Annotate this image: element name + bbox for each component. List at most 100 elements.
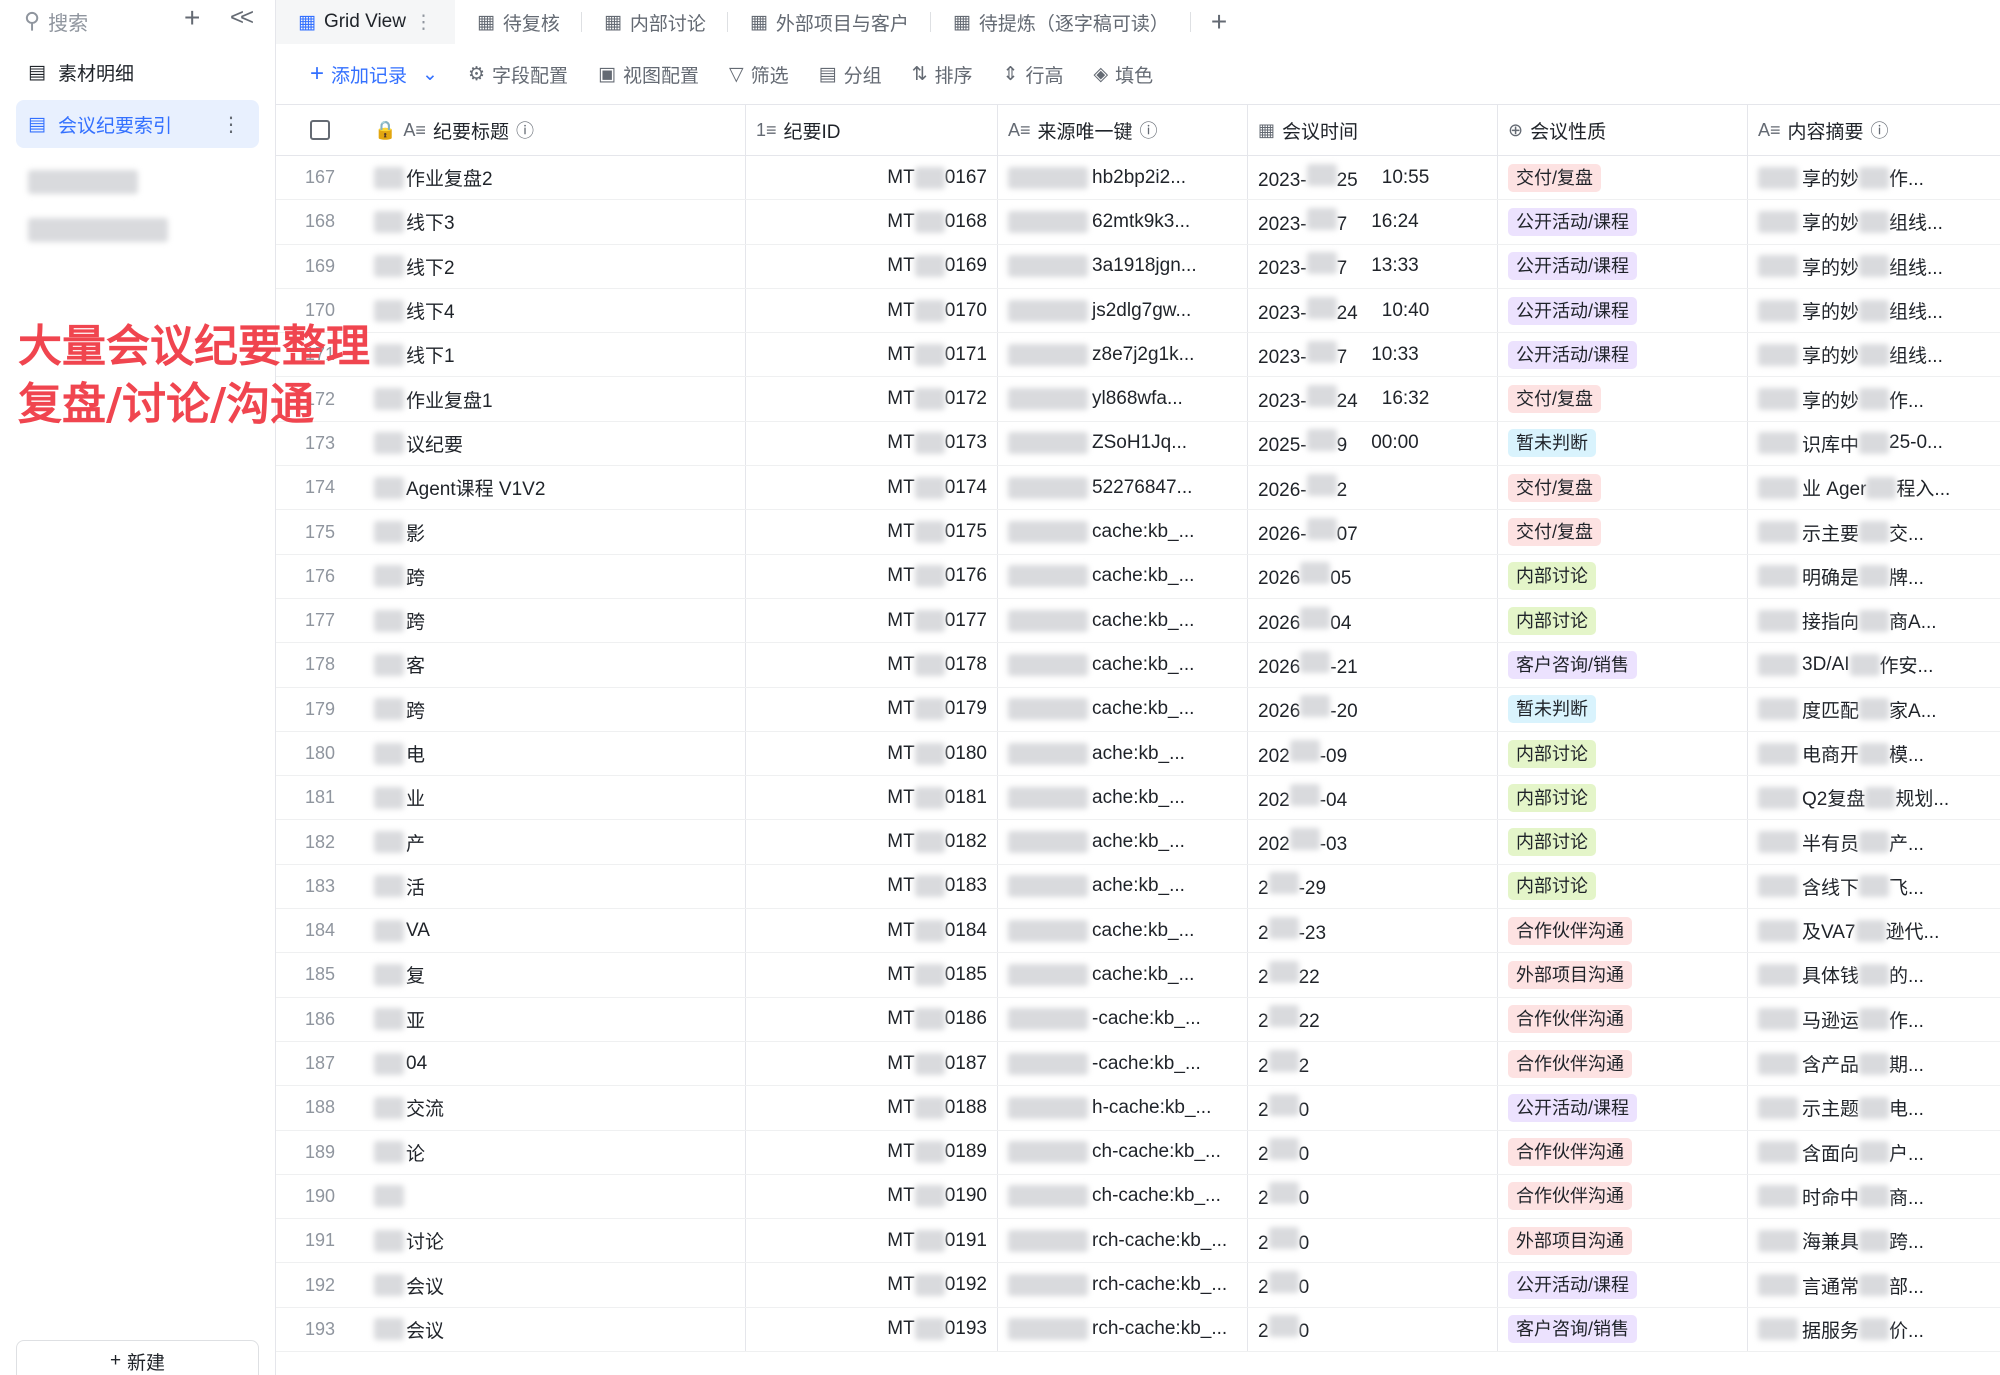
source-key-cell[interactable]: yl868wfa...: [998, 377, 1248, 421]
title-cell[interactable]: 亚: [364, 997, 746, 1041]
summary-cell[interactable]: Q2复盘 规划...: [1748, 776, 2000, 819]
summary-cell[interactable]: 享的妙 作...: [1748, 377, 2000, 420]
title-cell[interactable]: 会议: [364, 1307, 746, 1352]
title-cell[interactable]: 论: [364, 1130, 746, 1174]
summary-cell[interactable]: 含面向 户...: [1748, 1131, 2000, 1174]
meeting-time-cell[interactable]: 2025- 9 00:00: [1248, 421, 1498, 466]
table-row[interactable]: 178 客 MT 0178 cache:kb_... 2026 -21 客户咨询/销售 3D/A…: [276, 643, 2000, 688]
summary-cell[interactable]: 具体钱 的...: [1748, 953, 2000, 996]
meeting-time-cell[interactable]: 2 22: [1248, 953, 1498, 997]
summary-cell[interactable]: 识库中 25-0...: [1748, 422, 2000, 465]
summary-cell[interactable]: 享的妙 作...: [1748, 156, 2000, 199]
meeting-type-cell[interactable]: 客户咨询/销售: [1498, 1307, 1748, 1352]
source-key-cell[interactable]: cache:kb_...: [998, 953, 1248, 997]
summary-cell[interactable]: 马逊运 作...: [1748, 998, 2000, 1041]
summary-cell[interactable]: 据服务 价...: [1748, 1308, 2000, 1351]
group-button[interactable]: ▤ 分组: [819, 61, 882, 88]
meeting-type-cell[interactable]: 合作伙伴沟通: [1498, 1174, 1748, 1219]
id-cell[interactable]: MT 0193: [746, 1307, 998, 1352]
column-header-meeting-time[interactable]: ▦ 会议时间: [1248, 105, 1498, 155]
summary-cell[interactable]: 及VA7 逊代...: [1748, 909, 2000, 952]
id-cell[interactable]: MT 0192: [746, 1263, 998, 1307]
meeting-type-cell[interactable]: 交付/复盘: [1498, 466, 1748, 510]
id-cell[interactable]: MT 0168: [746, 200, 998, 244]
title-cell[interactable]: 讨论: [364, 1219, 746, 1263]
title-cell[interactable]: 产: [364, 820, 746, 864]
meeting-time-cell[interactable]: 22: [1248, 1041, 1498, 1086]
meeting-type-cell[interactable]: 合作伙伴沟通: [1498, 997, 1748, 1041]
meeting-time-cell[interactable]: 2026 05: [1248, 554, 1498, 598]
sidebar-item-blurred-2[interactable]: [16, 206, 259, 254]
search-input[interactable]: ⚲ 搜索: [24, 6, 88, 36]
meeting-type-cell[interactable]: 合作伙伴沟通: [1498, 909, 1748, 953]
meeting-type-cell[interactable]: 内部讨论: [1498, 598, 1748, 643]
column-header-title[interactable]: 🔒 A≡ 纪要标题 ⓘ: [364, 105, 746, 155]
title-cell[interactable]: 业: [364, 776, 746, 820]
source-key-cell[interactable]: cache:kb_...: [998, 598, 1248, 643]
tab-grid-view[interactable]: ▦ Grid View ⋮: [276, 0, 455, 44]
id-cell[interactable]: MT 0188: [746, 1086, 998, 1130]
table-row[interactable]: 171 线下1 MT 0171 z8e7j2g1k... 2023- 7 10:33 公开活动/…: [276, 333, 2000, 378]
source-key-cell[interactable]: rch-cache:kb_...: [998, 1307, 1248, 1352]
table-row[interactable]: 187 04 MT 0187 -cache:kb_... 2 2 合作伙伴沟通 含产品 期...: [276, 1041, 2000, 1087]
meeting-time-cell[interactable]: 20: [1248, 1307, 1498, 1352]
table-row[interactable]: 184 VA MT 0184 cache:kb_... 2 -23 合作伙伴沟通 及VA7 逊代.…: [276, 909, 2000, 954]
title-cell[interactable]: 影: [364, 510, 746, 554]
source-key-cell[interactable]: ache:kb_...: [998, 776, 1248, 820]
id-cell[interactable]: MT 0172: [746, 377, 998, 421]
info-icon[interactable]: ⓘ: [516, 117, 534, 143]
add-view-button[interactable]: +: [1191, 6, 1247, 38]
title-cell[interactable]: 线下1: [364, 333, 746, 377]
table-row[interactable]: 170 线下4 MT 0170 js2dlg7gw... 2023- 24 10:40 公开活动…: [276, 288, 2000, 334]
title-cell[interactable]: 线下4: [364, 288, 746, 333]
source-key-cell[interactable]: ch-cache:kb_...: [998, 1174, 1248, 1219]
meeting-type-cell[interactable]: 内部讨论: [1498, 776, 1748, 820]
meeting-type-cell[interactable]: 交付/复盘: [1498, 156, 1748, 200]
source-key-cell[interactable]: 52276847...: [998, 466, 1248, 510]
summary-cell[interactable]: 含线下 飞...: [1748, 865, 2000, 908]
table-row[interactable]: 189 论 MT 0189 ch-cache:kb_... 2 0 合作伙伴沟通 含面向 户...: [276, 1130, 2000, 1175]
table-row[interactable]: 175 影 MT 0175 cache:kb_... 2026- 07 交付/复盘 示主要 交..…: [276, 510, 2000, 555]
source-key-cell[interactable]: ch-cache:kb_...: [998, 1130, 1248, 1174]
row-height-button[interactable]: ⇕ 行高: [1003, 61, 1064, 88]
filter-button[interactable]: ▽ 筛选: [729, 61, 789, 88]
id-cell[interactable]: MT 0191: [746, 1219, 998, 1263]
source-key-cell[interactable]: cache:kb_...: [998, 643, 1248, 687]
table-row[interactable]: 183 活 MT 0183 ache:kb_... 2 -29 内部讨论 含线下 飞...: [276, 864, 2000, 910]
more-icon[interactable]: ⋮: [221, 112, 241, 137]
source-key-cell[interactable]: hb2bp2i2...: [998, 156, 1248, 200]
id-cell[interactable]: MT 0185: [746, 953, 998, 997]
title-cell[interactable]: 活: [364, 864, 746, 909]
summary-cell[interactable]: 言通常 部...: [1748, 1263, 2000, 1306]
id-cell[interactable]: MT 0186: [746, 997, 998, 1041]
meeting-time-cell[interactable]: 2 -23: [1248, 909, 1498, 953]
table-row[interactable]: 193 会议 MT 0193 rch-cache:kb_... 2 0 客户咨询/销售 据服务价…: [276, 1307, 2000, 1353]
meeting-time-cell[interactable]: 2026 04: [1248, 598, 1498, 643]
table-row[interactable]: 167 作业复盘2 MT 0167 hb2bp2i2... 2023- 25 10:55 交付/…: [276, 156, 2000, 201]
meeting-time-cell[interactable]: 2 22: [1248, 997, 1498, 1041]
source-key-cell[interactable]: ZSoH1Jq...: [998, 421, 1248, 466]
meeting-time-cell[interactable]: 2023- 7 10:33: [1248, 333, 1498, 377]
column-header-source-key[interactable]: A≡ 来源唯一键 ⓘ: [998, 105, 1248, 155]
meeting-time-cell[interactable]: 2026 -21: [1248, 643, 1498, 687]
table-row[interactable]: 191 讨论 MT 0191 rch-cache:kb_... 2 0 外部项目沟通 海兼具 跨.…: [276, 1219, 2000, 1264]
title-cell[interactable]: 议纪要: [364, 421, 746, 466]
title-cell[interactable]: 线下2: [364, 244, 746, 288]
id-cell[interactable]: MT 0171: [746, 333, 998, 377]
source-key-cell[interactable]: js2dlg7gw...: [998, 288, 1248, 333]
meeting-type-cell[interactable]: 交付/复盘: [1498, 510, 1748, 554]
title-cell[interactable]: VA: [364, 909, 746, 953]
table-row[interactable]: 169 线下2 MT 0169 3a1918jgn... 2023- 7 13:33 公开活动/…: [276, 244, 2000, 289]
summary-cell[interactable]: 明确是 牌...: [1748, 555, 2000, 598]
summary-cell[interactable]: 度匹配 家A...: [1748, 688, 2000, 731]
tab-to-refine[interactable]: ▦ 待提炼（逐字稿可读）: [931, 0, 1191, 44]
table-row[interactable]: 192 会议 MT 0192 rch-cache:kb_... 2 0 公开活动/课程 言通常部…: [276, 1263, 2000, 1308]
field-config-button[interactable]: ⚙ 字段配置: [468, 61, 568, 88]
summary-cell[interactable]: 示主要 交...: [1748, 510, 2000, 553]
id-cell[interactable]: MT 0176: [746, 554, 998, 598]
info-icon[interactable]: ⓘ: [1140, 117, 1158, 143]
summary-cell[interactable]: 半有员 产...: [1748, 820, 2000, 863]
tab-internal-discussion[interactable]: ▦ 内部讨论: [582, 0, 728, 44]
meeting-time-cell[interactable]: 202 -04: [1248, 776, 1498, 820]
id-cell[interactable]: MT 0183: [746, 864, 998, 909]
